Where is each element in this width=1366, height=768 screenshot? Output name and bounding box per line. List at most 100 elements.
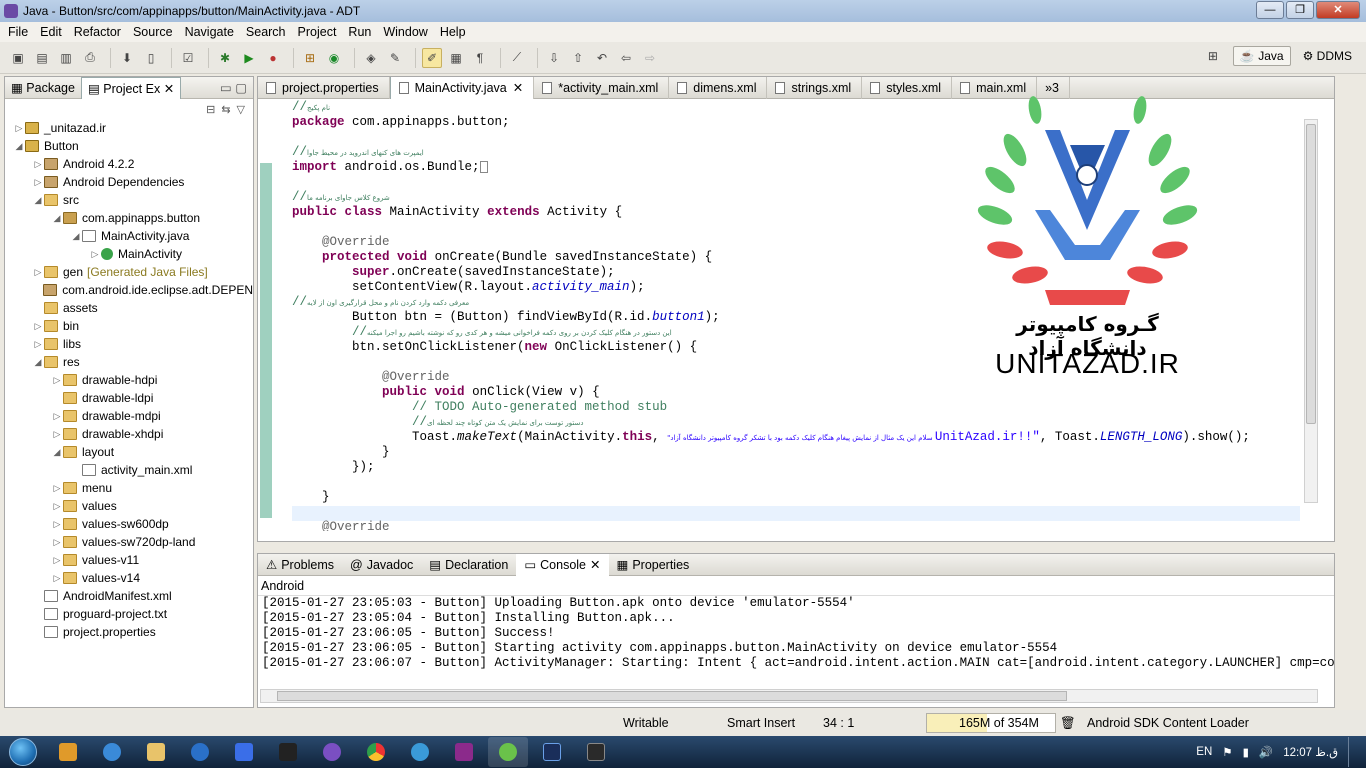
expand-toggle-icon[interactable]: ◢ (13, 141, 25, 152)
run-icon[interactable]: ▶ (239, 48, 259, 68)
expand-toggle-icon[interactable]: ▷ (32, 267, 44, 278)
tree-item[interactable]: ◢ MainActivity.java (5, 227, 253, 245)
photoshop-icon[interactable] (532, 737, 572, 767)
winrar-icon[interactable] (444, 737, 484, 767)
editor-vertical-scrollbar[interactable] (1304, 119, 1318, 503)
tray-network-icon[interactable]: ▮ (1243, 745, 1249, 759)
editor-tab[interactable]: MainActivity.java ✕ (389, 77, 535, 99)
tree-item[interactable]: ▷ drawable-hdpi (5, 371, 253, 389)
tree-item[interactable]: activity_main.xml (5, 461, 253, 479)
minimize-button[interactable]: — (1256, 1, 1284, 19)
tree-item[interactable]: ◢ src (5, 191, 253, 209)
tree-item[interactable]: ◢ Button (5, 137, 253, 155)
editor-tab[interactable]: dimens.xml (669, 77, 768, 99)
tree-item[interactable]: ▷ values-sw600dp (5, 515, 253, 533)
tree-item[interactable]: ▷ values-v14 (5, 569, 253, 587)
tree-item[interactable]: ▷ values (5, 497, 253, 515)
expand-toggle-icon[interactable]: ▷ (51, 411, 63, 422)
sdk-manager-icon[interactable]: ⬇ (117, 48, 137, 68)
tree-item[interactable]: ◢ layout (5, 443, 253, 461)
debug-icon[interactable]: ✱ (215, 48, 235, 68)
ddms-perspective-button[interactable]: ⚙ DDMS (1297, 47, 1358, 65)
expand-toggle-icon[interactable]: ▷ (51, 537, 63, 548)
tree-item[interactable]: ▷ drawable-mdpi (5, 407, 253, 425)
gc-icon[interactable]: 🗑 (1060, 714, 1076, 732)
close-button[interactable]: ✕ (1316, 1, 1360, 19)
close-tab-icon[interactable]: ✕ (590, 554, 600, 576)
expand-toggle-icon[interactable]: ▷ (51, 375, 63, 386)
expand-toggle-icon[interactable]: ▷ (32, 159, 44, 170)
close-tab-icon[interactable]: ✕ (513, 77, 523, 99)
internet-explorer-icon[interactable] (92, 737, 132, 767)
editor-tab[interactable]: styles.xml (862, 77, 953, 99)
menu-edit[interactable]: Edit (34, 25, 68, 39)
emulator-icon[interactable] (576, 737, 616, 767)
view-menu-icon[interactable]: ▽ (237, 103, 245, 116)
console-horizontal-scrollbar[interactable] (260, 689, 1318, 703)
avd-manager-icon[interactable]: ▯ (141, 48, 161, 68)
tree-item[interactable]: AndroidManifest.xml (5, 587, 253, 605)
expand-toggle-icon[interactable]: ▷ (51, 429, 63, 440)
console-output[interactable]: [2015-01-27 23:05:03 - Button] Uploading… (258, 596, 1334, 671)
language-indicator[interactable]: EN (1196, 746, 1212, 758)
next-annotation-icon[interactable]: ⇩ (544, 48, 564, 68)
tree-item[interactable]: project.properties (5, 623, 253, 641)
link-with-editor-icon[interactable]: ⇆ (221, 103, 230, 116)
expand-toggle-icon[interactable]: ◢ (51, 213, 63, 224)
tree-item[interactable]: ▷ values-v11 (5, 551, 253, 569)
tree-item[interactable]: proguard-project.txt (5, 605, 253, 623)
menu-refactor[interactable]: Refactor (68, 25, 127, 39)
tree-item[interactable]: ▷ Android 4.2.2 (5, 155, 253, 173)
new-icon[interactable]: ▣ (8, 48, 28, 68)
menu-help[interactable]: Help (434, 25, 472, 39)
chrome-icon[interactable] (356, 737, 396, 767)
view-tab[interactable]: @ Javadoc (342, 554, 421, 576)
file-explorer-icon[interactable] (136, 737, 176, 767)
editor-tab[interactable]: *activity_main.xml (534, 77, 670, 99)
eclipse-adt-icon[interactable] (488, 737, 528, 767)
expand-toggle-icon[interactable]: ▷ (32, 321, 44, 332)
view-tab[interactable]: ▦ Properties (609, 554, 698, 576)
tree-item[interactable]: ▷ _unitazad.ir (5, 119, 253, 137)
block-selection-icon[interactable]: ▦ (446, 48, 466, 68)
taskbar-app-4-icon[interactable] (180, 737, 220, 767)
start-button[interactable] (0, 736, 46, 768)
tree-item[interactable]: ▷ menu (5, 479, 253, 497)
taskbar-app-1-icon[interactable] (48, 737, 88, 767)
menu-search[interactable]: Search (240, 25, 292, 39)
tray-clock[interactable]: 12:07 ق.ظ (1283, 745, 1338, 759)
tree-item[interactable]: ▷ bin (5, 317, 253, 335)
tree-item[interactable]: ▷ drawable-xhdpi (5, 425, 253, 443)
tree-item[interactable]: ▷ Android Dependencies (5, 173, 253, 191)
expand-toggle-icon[interactable]: ▷ (13, 123, 25, 134)
new-package-icon[interactable]: ⊞ (300, 48, 320, 68)
save-icon[interactable]: ▤ (32, 48, 52, 68)
new-class-icon[interactable]: ◉ (324, 48, 344, 68)
open-perspective-icon[interactable]: ⊞ (1203, 46, 1223, 66)
search-icon[interactable]: ✎ (385, 48, 405, 68)
lint-icon[interactable]: ☑ (178, 48, 198, 68)
expand-toggle-icon[interactable]: ◢ (51, 447, 63, 458)
pane-minmax-icon[interactable]: ▭ ▢ (220, 80, 247, 95)
last-edit-icon[interactable]: ↶ (592, 48, 612, 68)
tab-project-explorer[interactable]: ▤ Project Ex ✕ (80, 76, 182, 99)
menu-project[interactable]: Project (292, 25, 343, 39)
expand-toggle-icon[interactable]: ▷ (89, 249, 101, 260)
view-tab[interactable]: ▤ Declaration (421, 554, 516, 576)
tree-item[interactable]: ▷ values-sw720dp-land (5, 533, 253, 551)
expand-toggle-icon[interactable]: ▷ (51, 483, 63, 494)
show-desktop-button[interactable] (1348, 737, 1358, 767)
expand-toggle-icon[interactable]: ◢ (70, 231, 82, 242)
expand-toggle-icon[interactable]: ◢ (32, 195, 44, 206)
menu-file[interactable]: File (2, 25, 34, 39)
java-perspective-button[interactable]: ☕ Java (1232, 46, 1291, 66)
collapse-all-icon[interactable]: ⊟ (206, 103, 215, 116)
tree-item[interactable]: ▷ libs (5, 335, 253, 353)
expand-toggle-icon[interactable]: ▷ (32, 339, 44, 350)
expand-toggle-icon[interactable]: ▷ (51, 573, 63, 584)
pin-icon[interactable]: ⟋ (507, 48, 527, 68)
tree-item[interactable]: drawable-ldpi (5, 389, 253, 407)
menu-source[interactable]: Source (127, 25, 179, 39)
expand-toggle-icon[interactable]: ▷ (32, 177, 44, 188)
forward-icon[interactable]: ⇨ (640, 48, 660, 68)
